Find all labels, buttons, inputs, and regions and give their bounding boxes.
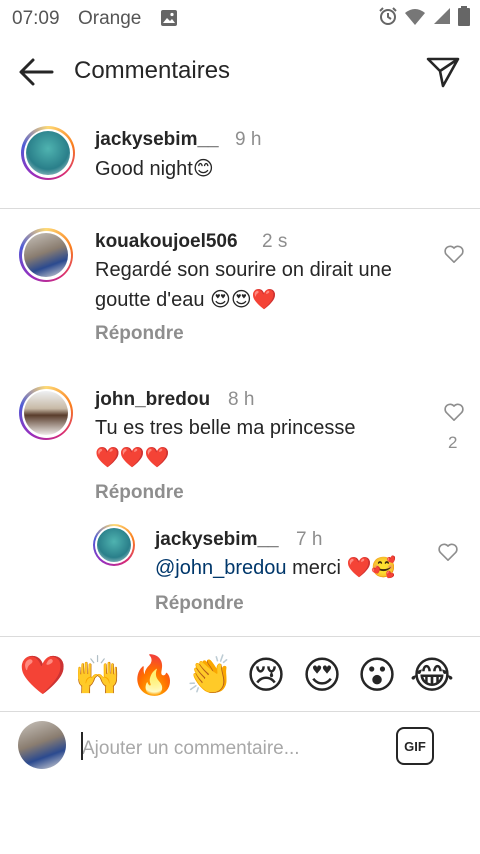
reply-button[interactable]: Répondre	[155, 593, 244, 615]
emoji-heart-button[interactable]: ❤️	[17, 650, 69, 702]
like-button[interactable]	[437, 542, 459, 562]
emoji-laughing-button[interactable]: 😂	[406, 650, 458, 702]
comment-timestamp: 8 h	[228, 389, 255, 410]
comment-timestamp: 2 s	[262, 231, 288, 252]
caption-divider	[0, 208, 480, 209]
comment-text-line2: ❤️❤️❤️	[95, 447, 170, 469]
heart-outline-icon	[444, 245, 464, 263]
reply-text: @john_bredou merci ❤️🥰	[155, 553, 396, 583]
heart-outline-icon	[438, 543, 458, 561]
avatar[interactable]	[93, 524, 135, 566]
avatar[interactable]	[21, 126, 75, 180]
like-count[interactable]: 2	[448, 433, 457, 453]
comment-input[interactable]	[80, 730, 384, 768]
text-cursor	[81, 732, 83, 760]
emoji-raising-hands-button[interactable]: 🙌	[72, 650, 124, 702]
back-button[interactable]	[16, 55, 56, 89]
image-notification-icon	[160, 9, 178, 32]
battery-icon	[458, 5, 470, 31]
avatar[interactable]	[19, 228, 73, 282]
share-button[interactable]	[424, 55, 462, 89]
page-title: Commentaires	[74, 57, 231, 84]
comment-username[interactable]: john_bredou	[95, 389, 210, 411]
comment-username[interactable]: kouakoujoel506	[95, 231, 238, 253]
status-bar: 07:09 Orange	[0, 0, 480, 36]
emoji-crying-button[interactable]: 😢	[240, 650, 292, 702]
emoji-clap-button[interactable]: 👏	[184, 650, 236, 702]
wifi-icon	[404, 6, 426, 31]
emoji-heart-eyes-button[interactable]: 😍	[296, 650, 348, 702]
status-carrier: Orange	[78, 8, 142, 29]
avatar[interactable]	[19, 386, 73, 440]
emoji-divider-top	[0, 636, 480, 637]
paper-plane-icon	[426, 57, 460, 88]
heart-outline-icon	[444, 403, 464, 421]
alarm-icon	[378, 6, 398, 31]
signal-icon	[432, 6, 452, 31]
back-arrow-icon	[19, 58, 54, 86]
reply-text-body: merci ❤️🥰	[286, 557, 397, 579]
caption-username[interactable]: jackysebim__	[95, 129, 219, 151]
like-button[interactable]	[443, 402, 465, 422]
comment-text-line1: Tu es tres belle ma princesse	[95, 417, 356, 439]
comment-text-line1: Regardé son sourire on dirait une	[95, 259, 392, 281]
caption-timestamp: 9 h	[235, 129, 262, 150]
caption-text: Good night😊	[95, 158, 214, 180]
emoji-fire-button[interactable]: 🔥	[128, 650, 180, 702]
reply-button[interactable]: Répondre	[95, 482, 184, 504]
reply-username[interactable]: jackysebim__	[155, 529, 279, 551]
reply-timestamp: 7 h	[296, 529, 323, 550]
emoji-quick-bar: ❤️ 🙌 🔥 👏 😢 😍 😮 😂	[0, 650, 480, 702]
composer-divider	[0, 711, 480, 712]
status-time: 07:09	[12, 8, 60, 29]
reply-button[interactable]: Répondre	[95, 323, 184, 345]
status-icons	[378, 5, 470, 31]
like-button[interactable]	[443, 244, 465, 264]
comment-text-line2: goutte d'eau 😍😍❤️	[95, 289, 277, 311]
mention-link[interactable]: @john_bredou	[155, 557, 287, 579]
gif-button[interactable]: GIF	[396, 727, 434, 765]
current-user-avatar	[18, 721, 66, 769]
emoji-surprised-button[interactable]: 😮	[351, 650, 403, 702]
